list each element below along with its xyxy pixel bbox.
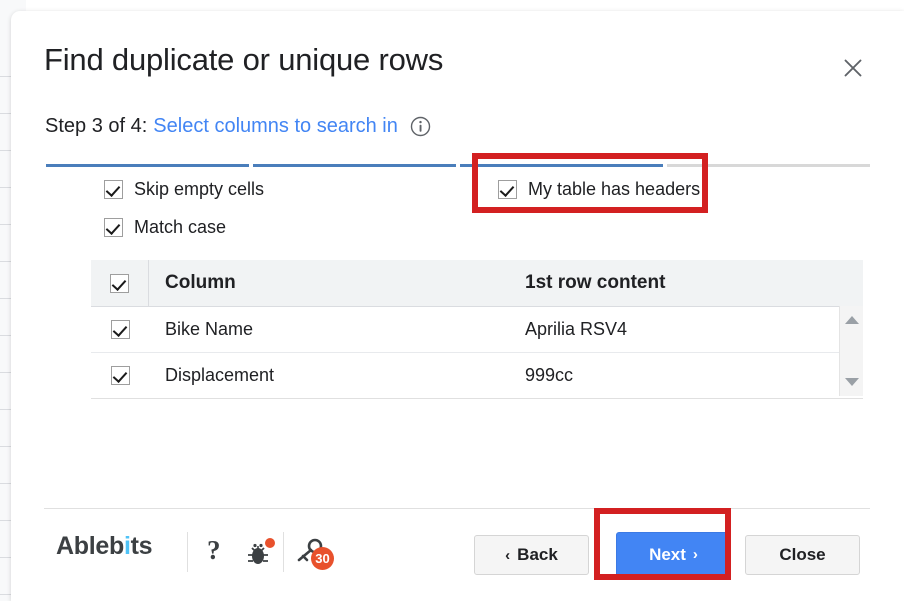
checkbox-my-table-has-headers[interactable]: My table has headers — [498, 179, 700, 200]
checkbox-box-icon[interactable] — [104, 218, 123, 237]
checkbox-box-icon[interactable] — [104, 180, 123, 199]
step-prefix-label: Step 3 of 4: — [45, 115, 148, 137]
footer-separator — [187, 532, 188, 572]
checkbox-skip-empty-cells[interactable]: Skip empty cells — [104, 179, 264, 200]
progress-segment-4 — [667, 164, 870, 167]
checkbox-label: Match case — [134, 217, 227, 237]
scroll-down-arrow-icon[interactable] — [845, 378, 859, 386]
table-header-column: Column — [165, 272, 236, 293]
close-button[interactable]: Close — [745, 535, 860, 575]
step-indicator: Step 3 of 4: Select columns to search in — [45, 115, 431, 138]
row-first-row-content: Aprilia RSV4 — [525, 319, 628, 339]
checkbox-label: Skip empty cells — [134, 179, 265, 199]
row-checkbox[interactable] — [91, 353, 149, 398]
chevron-left-icon: ‹ — [505, 546, 511, 564]
checkbox-box-icon[interactable] — [110, 273, 129, 293]
progress-segment-3 — [460, 164, 663, 167]
brand-head: Ableb — [56, 532, 124, 560]
chevron-right-icon: › — [692, 546, 698, 563]
ablebits-logo: Ablebits — [56, 532, 153, 561]
row-checkbox[interactable] — [91, 307, 149, 352]
license-days-badge: 30 — [311, 547, 334, 570]
footer-separator — [283, 532, 284, 572]
table-vertical-scrollbar[interactable] — [839, 306, 863, 396]
checkbox-label: My table has headers — [528, 179, 701, 199]
checkbox-box-icon[interactable] — [110, 320, 130, 339]
page-title: Find duplicate or unique rows — [44, 42, 444, 77]
row-column-name: Bike Name — [165, 319, 254, 339]
progress-segment-2 — [253, 164, 456, 167]
table-row[interactable]: Bike Name Aprilia RSV4 — [91, 307, 863, 353]
back-button[interactable]: ‹ Back — [474, 535, 589, 575]
row-column-name: Displacement — [165, 365, 275, 385]
scroll-up-arrow-icon[interactable] — [845, 316, 859, 324]
step-progress-bar — [46, 164, 870, 167]
next-button-label: Next — [649, 544, 686, 564]
info-icon[interactable] — [410, 116, 431, 137]
checkbox-match-case[interactable]: Match case — [104, 217, 226, 238]
close-icon[interactable] — [840, 55, 866, 81]
brand-tail: ts — [130, 532, 153, 560]
help-icon[interactable]: ? — [207, 535, 221, 566]
table-header-row: Column 1st row content — [91, 260, 863, 307]
progress-segment-1 — [46, 164, 249, 167]
license-key-icon[interactable]: 30 — [295, 536, 335, 572]
next-button[interactable]: Next › — [616, 532, 731, 577]
table-row[interactable]: Displacement 999cc — [91, 353, 863, 399]
row-first-row-content: 999cc — [525, 365, 574, 385]
select-all-columns-checkbox[interactable] — [91, 260, 149, 306]
footer-divider — [44, 508, 870, 509]
columns-table: Column 1st row content Bike Name Aprilia… — [91, 260, 863, 399]
checkbox-box-icon[interactable] — [110, 366, 130, 385]
brand-dot-letter: i — [123, 532, 131, 560]
back-button-label: Back — [517, 545, 558, 564]
table-header-first-row-content: 1st row content — [525, 272, 666, 293]
close-button-label: Close — [779, 545, 826, 564]
bug-report-icon[interactable] — [243, 536, 277, 570]
find-duplicate-or-unique-rows-dialog: Find duplicate or unique rows Step 3 of … — [11, 11, 904, 601]
checkbox-box-icon[interactable] — [498, 180, 517, 199]
step-title-link[interactable]: Select columns to search in — [153, 115, 398, 138]
